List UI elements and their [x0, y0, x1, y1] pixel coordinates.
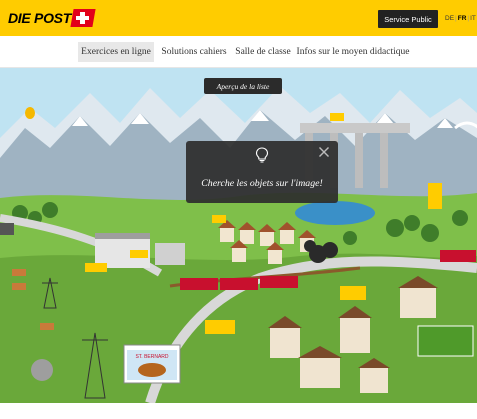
top-header: DIE POST Service Public DE | FR | IT	[0, 0, 477, 36]
lang-de[interactable]: DE	[445, 15, 454, 22]
nav-item-solutions[interactable]: Solutions cahiers	[158, 42, 230, 62]
nav-item-salle[interactable]: Salle de classe	[232, 42, 294, 62]
nav-item-exercices[interactable]: Exercices en ligne	[78, 42, 154, 62]
well	[31, 359, 53, 381]
nav-item-infos[interactable]: Infos sur le moyen didactique	[296, 42, 410, 62]
hidden-objects-scene[interactable]: ST. BERNARD Aperçu de la liste Cherche l…	[0, 68, 477, 403]
lang-separator: |	[467, 15, 470, 22]
lower-grass	[0, 253, 477, 403]
lang-fr[interactable]: FR	[458, 15, 467, 22]
billboard-text: ST. BERNARD	[135, 354, 168, 360]
die-post-logo[interactable]: DIE POST	[8, 9, 96, 27]
swiss-cross-icon	[70, 9, 96, 27]
tunnel	[0, 223, 14, 235]
service-public-button[interactable]: Service Public	[378, 10, 438, 28]
football-pitch	[417, 325, 474, 357]
logo-text: DIE POST	[8, 10, 71, 26]
lake	[295, 201, 375, 225]
red-train	[180, 276, 298, 290]
lang-separator: |	[455, 15, 457, 22]
red-train	[440, 250, 476, 262]
lang-it[interactable]: IT	[470, 15, 476, 22]
scene-illustration: ST. BERNARD	[0, 68, 477, 403]
billboard: ST. BERNARD	[123, 344, 181, 384]
main-nav: Exercices en ligne Solutions cahiers Sal…	[0, 36, 477, 68]
close-icon[interactable]	[318, 146, 330, 158]
preview-list-button[interactable]: Aperçu de la liste	[204, 78, 282, 94]
language-switcher: DE | FR | IT	[445, 15, 476, 22]
lightbulb-icon	[255, 147, 269, 163]
hint-modal: Cherche les objets sur l'image!	[186, 141, 338, 203]
modal-instruction: Cherche les objets sur l'image!	[201, 178, 323, 189]
balloon	[25, 107, 35, 119]
page-footer	[0, 403, 477, 419]
